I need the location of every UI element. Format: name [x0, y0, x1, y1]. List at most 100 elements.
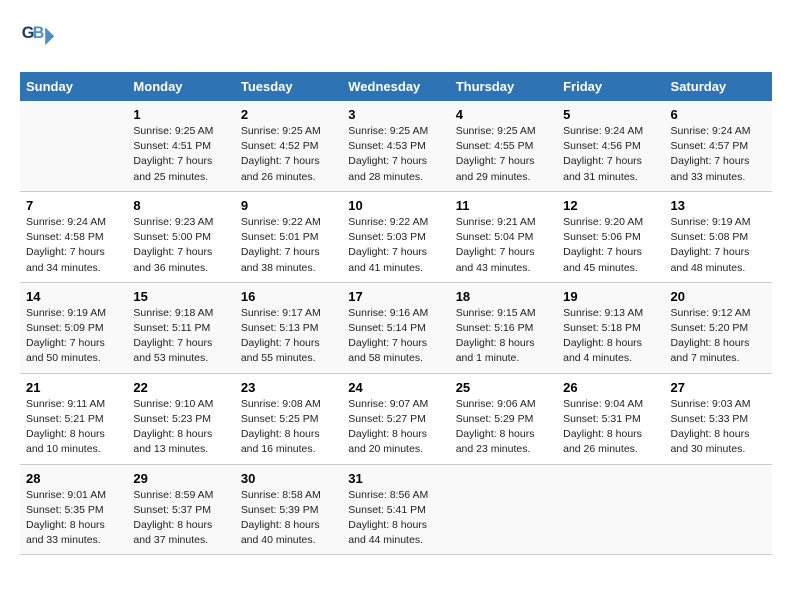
day-header-wednesday: Wednesday — [342, 72, 449, 101]
day-cell: 26 Sunrise: 9:04 AMSunset: 5:31 PMDayligh… — [557, 373, 664, 464]
day-info: Sunrise: 9:22 AMSunset: 5:03 PMDaylight:… — [348, 215, 443, 276]
day-cell: 30 Sunrise: 8:58 AMSunset: 5:39 PMDayligh… — [235, 464, 342, 555]
day-cell: 23 Sunrise: 9:08 AMSunset: 5:25 PMDayligh… — [235, 373, 342, 464]
day-cell: 8 Sunrise: 9:23 AMSunset: 5:00 PMDaylight… — [127, 191, 234, 282]
day-number: 11 — [456, 198, 551, 213]
day-info: Sunrise: 9:25 AMSunset: 4:55 PMDaylight:… — [456, 124, 551, 185]
day-number: 14 — [26, 289, 121, 304]
day-number: 17 — [348, 289, 443, 304]
day-cell: 9 Sunrise: 9:22 AMSunset: 5:01 PMDaylight… — [235, 191, 342, 282]
day-info: Sunrise: 9:25 AMSunset: 4:52 PMDaylight:… — [241, 124, 336, 185]
day-info: Sunrise: 9:08 AMSunset: 5:25 PMDaylight:… — [241, 397, 336, 458]
day-cell — [450, 464, 557, 555]
day-header-thursday: Thursday — [450, 72, 557, 101]
day-cell: 5Sunrise: 9:24 AMSunset: 4:56 PMDaylight… — [557, 101, 664, 191]
day-info: Sunrise: 9:06 AMSunset: 5:29 PMDaylight:… — [456, 397, 551, 458]
day-cell: 25Sunrise: 9:06 AMSunset: 5:29 PMDayligh… — [450, 373, 557, 464]
day-info: Sunrise: 9:23 AMSunset: 5:00 PMDaylight:… — [133, 215, 228, 276]
day-cell — [20, 101, 127, 191]
day-info: Sunrise: 9:10 AMSunset: 5:23 PMDaylight:… — [133, 397, 228, 458]
day-info: Sunrise: 9:21 AMSunset: 5:04 PMDaylight:… — [456, 215, 551, 276]
day-number: 24 — [348, 380, 443, 395]
day-header-saturday: Saturday — [665, 72, 772, 101]
day-cell: 2 Sunrise: 9:25 AMSunset: 4:52 PMDaylight… — [235, 101, 342, 191]
day-cell: 16 Sunrise: 9:17 AMSunset: 5:13 PMDayligh… — [235, 282, 342, 373]
day-info: Sunrise: 9:18 AMSunset: 5:11 PMDaylight:… — [133, 306, 228, 367]
day-info: Sunrise: 9:19 AMSunset: 5:08 PMDaylight:… — [671, 215, 766, 276]
day-cell: 15 Sunrise: 9:18 AMSunset: 5:11 PMDayligh… — [127, 282, 234, 373]
day-cell: 24 Sunrise: 9:07 AMSunset: 5:27 PMDayligh… — [342, 373, 449, 464]
day-cell: 18 Sunrise: 9:15 AMSunset: 5:16 PMDayligh… — [450, 282, 557, 373]
day-number: 18 — [456, 289, 551, 304]
day-number: 19 — [563, 289, 658, 304]
day-number: 26 — [563, 380, 658, 395]
day-number: 2 — [241, 107, 336, 122]
svg-text:B: B — [33, 24, 45, 42]
day-number: 3 — [348, 107, 443, 122]
day-cell: 4 Sunrise: 9:25 AMSunset: 4:55 PMDaylight… — [450, 101, 557, 191]
day-number: 8 — [133, 198, 228, 213]
day-info: Sunrise: 8:58 AMSunset: 5:39 PMDaylight:… — [241, 488, 336, 549]
day-number: 21 — [26, 380, 121, 395]
day-number: 4 — [456, 107, 551, 122]
day-info: Sunrise: 9:16 AMSunset: 5:14 PMDaylight:… — [348, 306, 443, 367]
day-info: Sunrise: 9:04 AMSunset: 5:31 PMDaylight:… — [563, 397, 658, 458]
day-cell: 20Sunrise: 9:12 AMSunset: 5:20 PMDayligh… — [665, 282, 772, 373]
day-cell: 12 Sunrise: 9:20 AMSunset: 5:06 PMDayligh… — [557, 191, 664, 282]
week-row-4: 21Sunrise: 9:11 AMSunset: 5:21 PMDayligh… — [20, 373, 772, 464]
day-info: Sunrise: 9:17 AMSunset: 5:13 PMDaylight:… — [241, 306, 336, 367]
day-info: Sunrise: 9:07 AMSunset: 5:27 PMDaylight:… — [348, 397, 443, 458]
header-row: SundayMondayTuesdayWednesdayThursdayFrid… — [20, 72, 772, 101]
day-cell: 27Sunrise: 9:03 AMSunset: 5:33 PMDayligh… — [665, 373, 772, 464]
day-number: 23 — [241, 380, 336, 395]
day-info: Sunrise: 8:56 AMSunset: 5:41 PMDaylight:… — [348, 488, 443, 549]
day-number: 29 — [133, 471, 228, 486]
day-cell: 10 Sunrise: 9:22 AMSunset: 5:03 PMDayligh… — [342, 191, 449, 282]
week-row-3: 14 Sunrise: 9:19 AMSunset: 5:09 PMDayligh… — [20, 282, 772, 373]
day-info: Sunrise: 9:24 AMSunset: 4:57 PMDaylight:… — [671, 124, 766, 185]
day-header-tuesday: Tuesday — [235, 72, 342, 101]
day-number: 31 — [348, 471, 443, 486]
day-cell: 21Sunrise: 9:11 AMSunset: 5:21 PMDayligh… — [20, 373, 127, 464]
day-cell: 19 Sunrise: 9:13 AMSunset: 5:18 PMDayligh… — [557, 282, 664, 373]
day-number: 27 — [671, 380, 766, 395]
day-cell: 31 Sunrise: 8:56 AMSunset: 5:41 PMDayligh… — [342, 464, 449, 555]
day-number: 5 — [563, 107, 658, 122]
week-row-1: 1Sunrise: 9:25 AMSunset: 4:51 PMDaylight… — [20, 101, 772, 191]
day-cell: 28Sunrise: 9:01 AMSunset: 5:35 PMDayligh… — [20, 464, 127, 555]
logo: G B — [20, 20, 60, 56]
day-info: Sunrise: 9:25 AMSunset: 4:53 PMDaylight:… — [348, 124, 443, 185]
day-cell — [557, 464, 664, 555]
week-row-2: 7 Sunrise: 9:24 AMSunset: 4:58 PMDaylight… — [20, 191, 772, 282]
day-number: 15 — [133, 289, 228, 304]
header: G B — [20, 20, 772, 56]
day-cell: 17 Sunrise: 9:16 AMSunset: 5:14 PMDayligh… — [342, 282, 449, 373]
day-info: Sunrise: 9:19 AMSunset: 5:09 PMDaylight:… — [26, 306, 121, 367]
day-cell: 29 Sunrise: 8:59 AMSunset: 5:37 PMDayligh… — [127, 464, 234, 555]
day-info: Sunrise: 8:59 AMSunset: 5:37 PMDaylight:… — [133, 488, 228, 549]
day-info: Sunrise: 9:25 AMSunset: 4:51 PMDaylight:… — [133, 124, 228, 185]
logo-icon: G B — [20, 20, 56, 56]
day-number: 10 — [348, 198, 443, 213]
day-info: Sunrise: 9:24 AMSunset: 4:58 PMDaylight:… — [26, 215, 121, 276]
day-number: 6 — [671, 107, 766, 122]
day-number: 16 — [241, 289, 336, 304]
day-header-sunday: Sunday — [20, 72, 127, 101]
day-info: Sunrise: 9:22 AMSunset: 5:01 PMDaylight:… — [241, 215, 336, 276]
day-info: Sunrise: 9:15 AMSunset: 5:16 PMDaylight:… — [456, 306, 551, 367]
day-cell: 6 Sunrise: 9:24 AMSunset: 4:57 PMDaylight… — [665, 101, 772, 191]
day-cell: 1Sunrise: 9:25 AMSunset: 4:51 PMDaylight… — [127, 101, 234, 191]
day-info: Sunrise: 9:13 AMSunset: 5:18 PMDaylight:… — [563, 306, 658, 367]
day-number: 22 — [133, 380, 228, 395]
day-number: 30 — [241, 471, 336, 486]
day-info: Sunrise: 9:20 AMSunset: 5:06 PMDaylight:… — [563, 215, 658, 276]
day-cell: 11 Sunrise: 9:21 AMSunset: 5:04 PMDayligh… — [450, 191, 557, 282]
day-number: 7 — [26, 198, 121, 213]
day-number: 12 — [563, 198, 658, 213]
day-number: 13 — [671, 198, 766, 213]
day-cell: 22 Sunrise: 9:10 AMSunset: 5:23 PMDayligh… — [127, 373, 234, 464]
day-cell: 14 Sunrise: 9:19 AMSunset: 5:09 PMDayligh… — [20, 282, 127, 373]
day-number: 9 — [241, 198, 336, 213]
week-row-5: 28Sunrise: 9:01 AMSunset: 5:35 PMDayligh… — [20, 464, 772, 555]
day-header-monday: Monday — [127, 72, 234, 101]
